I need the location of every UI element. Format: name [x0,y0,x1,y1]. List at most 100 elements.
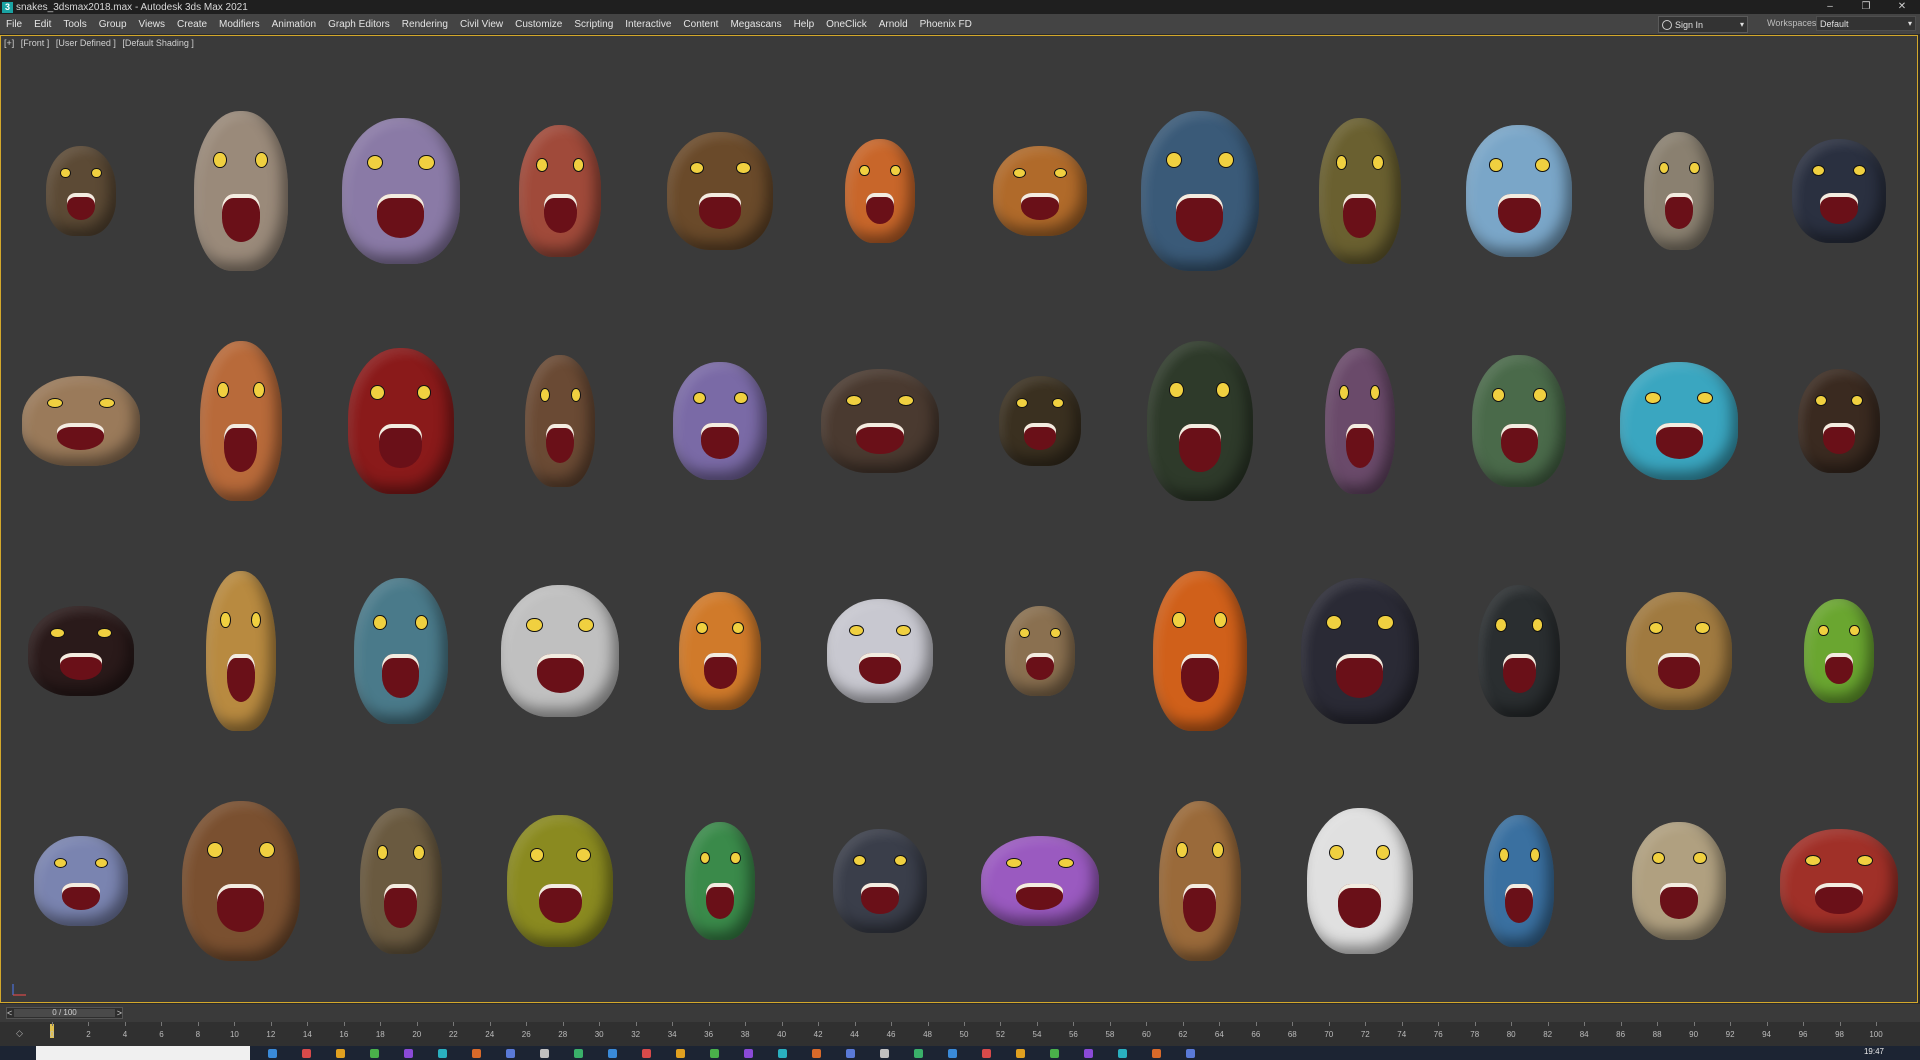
snake-head-model[interactable] [27,606,134,696]
taskbar-app-icon[interactable] [914,1049,923,1058]
snake-head-model[interactable] [1620,362,1739,480]
taskbar-app-icon[interactable] [1050,1049,1059,1058]
snake-head-model[interactable] [1792,139,1887,243]
snake-head-model[interactable] [1152,571,1247,731]
track-bar[interactable]: ◇ 0 2 4 6 8 10 12 14 16 18 20 22 24 26 28 30 32 34 36 38 40 4… [0,1022,1920,1046]
menu-edit[interactable]: Edit [28,19,57,30]
key-filter-icon[interactable]: ◇ [16,1028,23,1039]
menu-arnold[interactable]: Arnold [873,19,914,30]
menu-modifiers[interactable]: Modifiers [213,19,266,30]
taskbar-app-icon[interactable] [404,1049,413,1058]
snake-head-model[interactable] [1478,585,1561,717]
taskbar-app-icon[interactable] [472,1049,481,1058]
snake-head-model[interactable] [341,118,460,264]
taskbar-app-icon[interactable] [370,1049,379,1058]
menu-animation[interactable]: Animation [266,19,322,30]
taskbar-app-icon[interactable] [574,1049,583,1058]
snake-head-model[interactable] [1804,599,1875,703]
menu-phoenix-fd[interactable]: Phoenix FD [914,19,978,30]
taskbar-app-icon[interactable] [676,1049,685,1058]
menu-graph-editors[interactable]: Graph Editors [322,19,396,30]
menu-create[interactable]: Create [171,19,213,30]
snake-head-model[interactable] [980,836,1099,926]
menu-scripting[interactable]: Scripting [568,19,619,30]
front-viewport[interactable]: [+] [Front ] [User Defined ] [Default Sh… [0,35,1918,1003]
taskbar-app-icon[interactable] [336,1049,345,1058]
sign-in-dropdown[interactable]: Sign In ▾ [1658,16,1748,33]
menu-views[interactable]: Views [133,19,172,30]
snake-head-model[interactable] [679,592,762,710]
menu-help[interactable]: Help [788,19,821,30]
workspaces-select[interactable]: Default ▾ [1816,16,1916,31]
viewport-user-defined[interactable]: [User Defined ] [56,38,116,48]
snake-head-model[interactable] [1318,118,1401,264]
time-slider-next-button[interactable]: > [117,1008,122,1018]
taskbar-app-icon[interactable] [540,1049,549,1058]
restore-button[interactable]: ❐ [1848,0,1884,14]
menu-file[interactable]: File [0,19,28,30]
snake-head-model[interactable] [1780,829,1899,933]
taskbar-app-icon[interactable] [1152,1049,1161,1058]
snake-head-model[interactable] [992,146,1087,236]
snake-head-model[interactable] [1472,355,1567,487]
taskbar-app-icon[interactable] [846,1049,855,1058]
snake-head-model[interactable] [525,355,596,487]
taskbar-app-icon[interactable] [1186,1049,1195,1058]
snake-head-model[interactable] [1324,348,1395,494]
taskbar-app-icon[interactable] [1016,1049,1025,1058]
taskbar-app-icon[interactable] [778,1049,787,1058]
menu-interactive[interactable]: Interactive [619,19,677,30]
taskbar-app-icon[interactable] [710,1049,719,1058]
menu-megascans[interactable]: Megascans [724,19,787,30]
taskbar-app-icon[interactable] [642,1049,651,1058]
snake-head-model[interactable] [353,578,448,724]
close-button[interactable]: ✕ [1884,0,1920,14]
menu-civil-view[interactable]: Civil View [454,19,509,30]
taskbar-app-icon[interactable] [744,1049,753,1058]
snake-head-model[interactable] [193,111,288,271]
taskbar-app-icon[interactable] [880,1049,889,1058]
snake-head-model[interactable] [181,801,300,961]
snake-head-model[interactable] [1644,132,1715,250]
snake-head-model[interactable] [199,341,282,501]
menu-customize[interactable]: Customize [509,19,568,30]
taskbar-app-icon[interactable] [1118,1049,1127,1058]
snake-head-model[interactable] [1306,808,1413,954]
snake-head-model[interactable] [845,139,916,243]
viewport-menu-plus[interactable]: [+] [4,38,14,48]
snake-head-model[interactable] [507,815,614,947]
snake-head-model[interactable] [673,362,768,480]
menu-tools[interactable]: Tools [57,19,92,30]
taskbar-app-icon[interactable] [506,1049,515,1058]
snake-head-model[interactable] [33,836,128,926]
taskbar-app-icon[interactable] [1084,1049,1093,1058]
time-slider[interactable]: < 0 / 100 > [6,1007,123,1019]
snake-head-model[interactable] [1146,341,1253,501]
menu-rendering[interactable]: Rendering [396,19,454,30]
taskbar-search-box[interactable] [36,1046,250,1060]
minimize-button[interactable]: – [1812,0,1848,14]
snake-head-model[interactable] [1140,111,1259,271]
taskbar-app-icon[interactable] [812,1049,821,1058]
time-slider-prev-button[interactable]: < [7,1008,12,1018]
taskbar-app-icon[interactable] [302,1049,311,1058]
snake-head-model[interactable] [519,125,602,257]
snake-head-model[interactable] [1158,801,1241,961]
snake-head-model[interactable] [1004,606,1075,696]
snake-head-model[interactable] [359,808,442,954]
taskbar-app-icon[interactable] [608,1049,617,1058]
frame-counter[interactable]: 0 / 100 [14,1009,115,1017]
taskbar-app-icon[interactable] [438,1049,447,1058]
snake-head-model[interactable] [501,585,620,717]
viewport-shading-mode[interactable]: [Default Shading ] [122,38,194,48]
snake-head-model[interactable] [1466,125,1573,257]
snake-head-model[interactable] [1626,592,1733,710]
taskbar-app-icon[interactable] [268,1049,277,1058]
snake-head-model[interactable] [685,822,756,940]
snake-head-model[interactable] [667,132,774,250]
menu-content[interactable]: Content [677,19,724,30]
snake-head-model[interactable] [1632,822,1727,940]
menu-oneclick[interactable]: OneClick [820,19,873,30]
snake-head-model[interactable] [21,376,140,466]
taskbar-app-icon[interactable] [982,1049,991,1058]
